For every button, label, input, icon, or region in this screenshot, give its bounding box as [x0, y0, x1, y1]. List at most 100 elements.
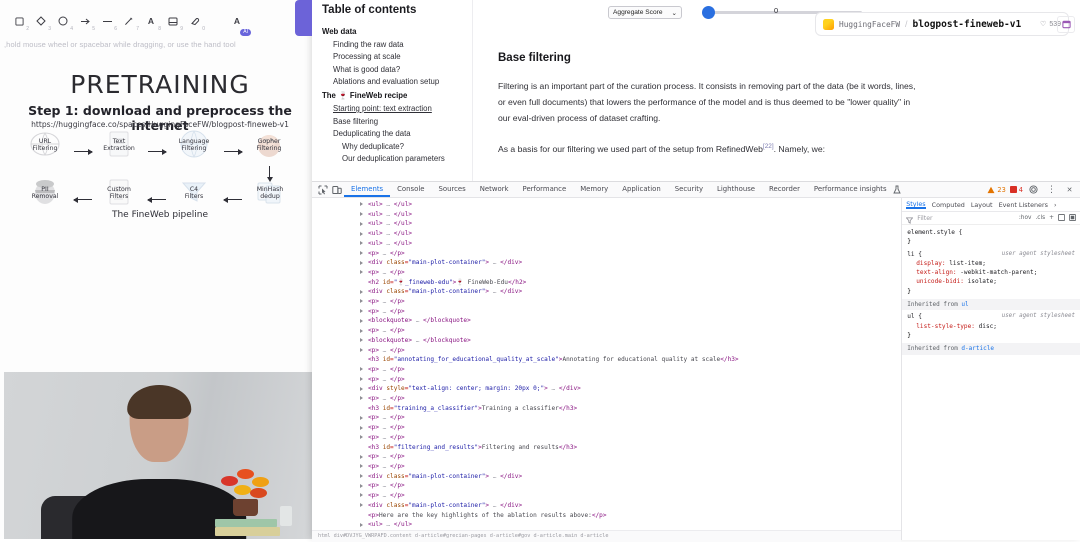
- styles-filter-input[interactable]: Filter: [917, 215, 932, 222]
- devtools-tab-console[interactable]: Console: [390, 182, 431, 197]
- expand-triangle-icon[interactable]: [360, 425, 363, 430]
- expand-triangle-icon[interactable]: [360, 289, 363, 294]
- dom-node-line[interactable]: <div class="main-plot-container"> … </di…: [312, 472, 901, 482]
- dom-node-line[interactable]: <p> … </p>: [312, 481, 901, 491]
- expand-triangle-icon[interactable]: [360, 241, 363, 246]
- css-declaration[interactable]: display: list-item;: [907, 259, 1075, 268]
- expand-triangle-icon[interactable]: [360, 260, 363, 265]
- aggregate-score-select[interactable]: Aggregate Score ⌄: [608, 6, 682, 19]
- hov-toggle[interactable]: :hov: [1019, 215, 1032, 221]
- devtools-tab-memory[interactable]: Memory: [573, 182, 615, 197]
- css-declaration[interactable]: text-align: -webkit-match-parent;: [907, 268, 1075, 277]
- toggle-element-state-icon[interactable]: [1069, 213, 1076, 223]
- styles-filter-row[interactable]: Filter :hov .cls +: [902, 212, 1080, 225]
- dom-node-line[interactable]: <blockquote> … </blockquote>: [312, 336, 901, 346]
- text-tool[interactable]: A 8: [140, 9, 162, 33]
- dom-node-line[interactable]: <div class="main-plot-container"> … </di…: [312, 258, 901, 268]
- expand-triangle-icon[interactable]: [360, 202, 363, 207]
- expand-triangle-icon[interactable]: [360, 212, 363, 217]
- expand-triangle-icon[interactable]: [360, 367, 363, 372]
- toc-item-starting-point-text-extraction[interactable]: Starting point: text extraction: [333, 104, 467, 113]
- dom-node-line[interactable]: <p> … </p>: [312, 297, 901, 307]
- rectangle-tool[interactable]: 2: [8, 9, 30, 33]
- dom-node-line[interactable]: <ul> … </ul>: [312, 239, 901, 249]
- toc-item-deduplicating-the-data[interactable]: Deduplicating the data: [333, 129, 467, 138]
- toc-item-ablations-and-evaluation-setup[interactable]: Ablations and evaluation setup: [333, 77, 467, 86]
- expand-triangle-icon[interactable]: [360, 483, 363, 488]
- dom-node-line[interactable]: <p> … </p>: [312, 462, 901, 472]
- css-declaration[interactable]: list-style-type: disc;: [907, 322, 1075, 331]
- dom-node-line[interactable]: <p> … </p>: [312, 452, 901, 462]
- expand-triangle-icon[interactable]: [360, 231, 363, 236]
- dom-node-line[interactable]: <p> … </p>: [312, 491, 901, 501]
- repo-owner-link[interactable]: HuggingFaceFW: [839, 20, 900, 29]
- warning-count-badge[interactable]: 23: [987, 186, 1006, 194]
- devtools-tab-sources[interactable]: Sources: [431, 182, 472, 197]
- dom-node-line[interactable]: <blockquote> … </blockquote>: [312, 316, 901, 326]
- new-style-rule-button[interactable]: +: [1049, 215, 1054, 221]
- expand-triangle-icon[interactable]: [360, 503, 363, 508]
- dom-node-line[interactable]: <p> … </p>: [312, 413, 901, 423]
- dom-node-line[interactable]: <ul> … </ul>: [312, 229, 901, 239]
- expand-triangle-icon[interactable]: [360, 377, 363, 382]
- styles-tab-overflow-icon[interactable]: ›: [1054, 201, 1057, 209]
- arrow-tool[interactable]: 5: [74, 9, 96, 33]
- expand-triangle-icon[interactable]: [360, 347, 363, 352]
- more-options-icon[interactable]: ⋮: [1045, 183, 1058, 196]
- toc-item-why-deduplicate[interactable]: Why deduplicate?: [342, 142, 467, 151]
- toc-item-processing-at-scale[interactable]: Processing at scale: [333, 52, 467, 61]
- image-tool[interactable]: 9: [162, 9, 184, 33]
- dom-breadcrumb-bar[interactable]: html div#DVJYG_VWRPAFD.content d-article…: [312, 530, 902, 542]
- css-selector[interactable]: element.style {: [907, 228, 1075, 237]
- line-tool[interactable]: 6: [96, 9, 118, 33]
- dom-node-line[interactable]: <p> … </p>: [312, 268, 901, 278]
- dom-node-line[interactable]: <p> … </p>: [312, 307, 901, 317]
- error-count-badge[interactable]: 4: [1009, 186, 1023, 194]
- expand-triangle-icon[interactable]: [360, 309, 363, 314]
- dom-node-line[interactable]: <h2 id="🍷_fineweb-edu">🍷 FineWeb-Edu</h2…: [312, 278, 901, 288]
- elements-dom-tree[interactable]: <ul> … </ul> <ul> … </ul> <ul> … </ul> <ul>…: [312, 198, 902, 542]
- expand-triangle-icon[interactable]: [360, 318, 363, 323]
- eraser-tool[interactable]: 0: [184, 9, 206, 33]
- css-rule[interactable]: user agent stylesheet li {display: list-i…: [907, 250, 1075, 296]
- dom-node-line[interactable]: <div class="main-plot-container"> … </di…: [312, 287, 901, 297]
- cls-toggle[interactable]: .cls: [1035, 215, 1045, 221]
- bookmark-icon[interactable]: [1057, 16, 1075, 33]
- dom-node-line[interactable]: <p>Here are the key highlights of the ab…: [312, 511, 901, 521]
- expand-triangle-icon[interactable]: [360, 396, 363, 401]
- expand-triangle-icon[interactable]: [360, 493, 363, 498]
- devtools-tab-application[interactable]: Application: [615, 182, 668, 197]
- dom-node-line[interactable]: <p> … </p>: [312, 423, 901, 433]
- devtools-tab-recorder[interactable]: Recorder: [762, 182, 807, 197]
- dom-node-line[interactable]: <p> … </p>: [312, 365, 901, 375]
- dom-node-line[interactable]: <p> … </p>: [312, 375, 901, 385]
- dom-node-line[interactable]: <h3 id="training_a_classifier">Training …: [312, 404, 901, 414]
- expand-triangle-icon[interactable]: [360, 454, 363, 459]
- dom-node-line[interactable]: <p> … </p>: [312, 394, 901, 404]
- toc-item-finding-the-raw-data[interactable]: Finding the raw data: [333, 40, 467, 49]
- css-rule[interactable]: user agent stylesheet ul {list-style-type…: [907, 312, 1075, 340]
- devtools-tab-lighthouse[interactable]: Lighthouse: [710, 182, 762, 197]
- expand-triangle-icon[interactable]: [360, 338, 363, 343]
- ai-frame-tool[interactable]: A AI: [226, 9, 251, 36]
- css-declaration[interactable]: unicode-bidi: isolate;: [907, 277, 1075, 286]
- devtools-tab-performance-insights[interactable]: Performance insights: [807, 182, 894, 197]
- expand-triangle-icon[interactable]: [360, 415, 363, 420]
- webcam-video-overlay[interactable]: [4, 372, 314, 539]
- devtools-tab-security[interactable]: Security: [668, 182, 710, 197]
- dom-node-line[interactable]: <div style="text-align: center; margin: …: [312, 384, 901, 394]
- expand-triangle-icon[interactable]: [360, 522, 363, 527]
- dom-node-line[interactable]: <h3 id="filtering_and_results">Filtering…: [312, 443, 901, 453]
- styles-tab-layout[interactable]: Layout: [971, 201, 993, 209]
- slider-knob[interactable]: [702, 6, 715, 19]
- expand-triangle-icon[interactable]: [360, 270, 363, 275]
- inspect-element-icon[interactable]: [316, 183, 329, 196]
- toc-item-our-deduplication-parameters[interactable]: Our deduplication parameters: [342, 154, 467, 163]
- expand-triangle-icon[interactable]: [360, 221, 363, 226]
- device-toolbar-icon[interactable]: [330, 183, 343, 196]
- computed-styles-icon[interactable]: [1058, 213, 1065, 223]
- ellipse-tool[interactable]: 4: [52, 9, 74, 33]
- whiteboard-toolbar[interactable]: 2 3 4 5 6 7 A 8 9 0 A AI: [8, 8, 251, 36]
- dom-node-line[interactable]: <ul> … </ul>: [312, 520, 901, 530]
- devtools-tab-network[interactable]: Network: [473, 182, 516, 197]
